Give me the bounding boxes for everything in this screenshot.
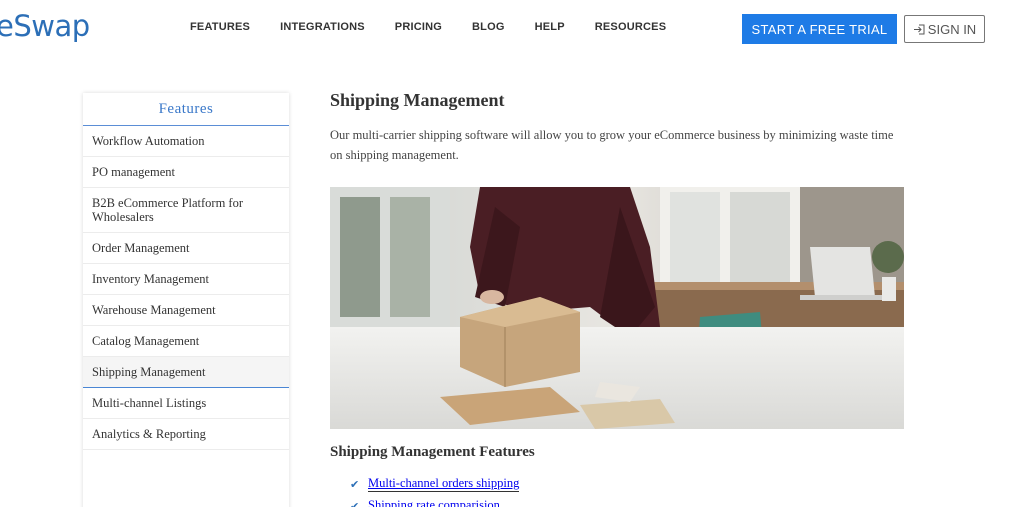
sidebar-item-workflow-automation[interactable]: Workflow Automation (83, 126, 289, 157)
nav-pricing[interactable]: PRICING (395, 21, 442, 33)
nav-resources[interactable]: RESOURCES (595, 21, 666, 33)
list-item: ✔ Multi-channel orders shipping (330, 476, 910, 492)
nav-help[interactable]: HELP (535, 21, 565, 33)
nav-features[interactable]: FEATURES (190, 21, 250, 33)
hero-image (330, 187, 904, 429)
sign-in-icon (913, 24, 925, 34)
logo[interactable]: eSwap (0, 9, 90, 43)
sidebar-item-b2b-ecommerce[interactable]: B2B eCommerce Platform for Wholesalers (83, 188, 289, 233)
sidebar-item-catalog-management[interactable]: Catalog Management (83, 326, 289, 357)
features-heading: Shipping Management Features (330, 444, 535, 460)
sidebar-item-multi-channel-listings[interactable]: Multi-channel Listings (83, 388, 289, 419)
site-header: eSwap FEATURES INTEGRATIONS PRICING BLOG… (0, 0, 1024, 58)
nav-blog[interactable]: BLOG (472, 21, 505, 33)
sidebar-title: Features (83, 93, 289, 126)
sidebar-item-inventory-management[interactable]: Inventory Management (83, 264, 289, 295)
feature-link-multi-channel-orders-shipping[interactable]: Multi-channel orders shipping (368, 476, 520, 492)
list-item: ✔ Shipping rate comparision (330, 498, 910, 507)
sidebar-item-shipping-management[interactable]: Shipping Management (83, 357, 289, 388)
sign-in-label: SIGN IN (927, 21, 977, 37)
main-nav: FEATURES INTEGRATIONS PRICING BLOG HELP … (190, 21, 696, 33)
sidebar-item-order-management[interactable]: Order Management (83, 233, 289, 264)
start-free-trial-button[interactable]: START A FREE TRIAL (742, 14, 897, 44)
sign-in-button[interactable]: SIGN IN (904, 15, 985, 43)
features-sidebar: Features Workflow Automation PO manageme… (83, 93, 289, 507)
feature-list: ✔ Multi-channel orders shipping ✔ Shippi… (330, 476, 910, 507)
sidebar-item-analytics-reporting[interactable]: Analytics & Reporting (83, 419, 289, 450)
page-title: Shipping Management (330, 90, 505, 110)
intro-paragraph: Our multi-carrier shipping software will… (330, 128, 894, 162)
feature-link-shipping-rate-comparision[interactable]: Shipping rate comparision (368, 498, 500, 507)
check-icon: ✔ (350, 500, 360, 507)
hero-photo (330, 187, 904, 429)
main-content: Shipping Management Our multi-carrier sh… (330, 90, 910, 507)
nav-integrations[interactable]: INTEGRATIONS (280, 21, 365, 33)
sidebar-item-po-management[interactable]: PO management (83, 157, 289, 188)
sidebar-item-warehouse-management[interactable]: Warehouse Management (83, 295, 289, 326)
check-icon: ✔ (350, 478, 360, 491)
